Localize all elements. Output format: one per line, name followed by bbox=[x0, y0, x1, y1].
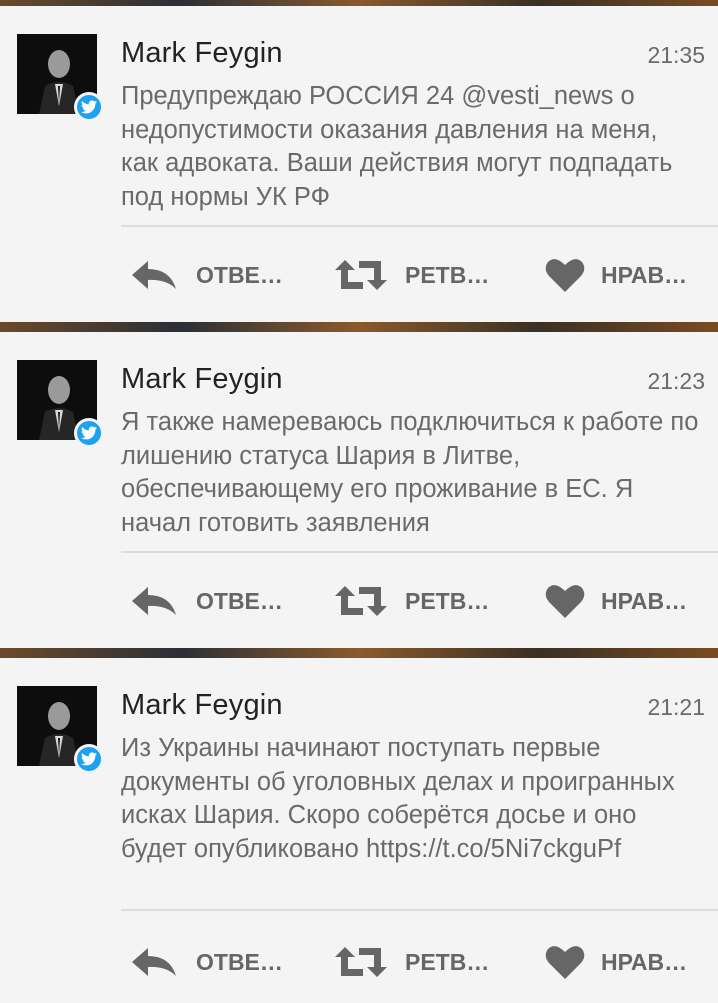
reply-button[interactable]: ОТВЕ… bbox=[130, 581, 283, 621]
heart-icon bbox=[545, 946, 585, 979]
like-label: НРАВ… bbox=[601, 587, 688, 614]
retweet-label: РЕТВ… bbox=[405, 587, 490, 614]
tweet-card-1[interactable]: Mark Feygin 21:35 Предупреждаю РОССИЯ 24… bbox=[0, 6, 718, 322]
retweet-label: РЕТВ… bbox=[405, 261, 490, 288]
divider bbox=[121, 909, 718, 911]
tweet-text: Из Украины начинают поступать первые док… bbox=[121, 734, 675, 863]
retweet-icon bbox=[335, 947, 387, 977]
heart-icon bbox=[545, 585, 585, 618]
reply-icon bbox=[132, 948, 176, 976]
retweet-icon bbox=[335, 586, 387, 616]
reply-button[interactable]: ОТВЕ… bbox=[130, 942, 283, 982]
tweet-text: Я также намереваюсь подключиться к работ… bbox=[121, 408, 699, 537]
like-label: НРАВ… bbox=[601, 261, 688, 288]
retweet-label: РЕТВ… bbox=[405, 948, 490, 975]
tweet-actions: ОТВЕ… РЕТВ… НРАВ… bbox=[0, 942, 718, 982]
tweet-card-3[interactable]: Mark Feygin 21:21 Из Украины начинают по… bbox=[0, 658, 718, 1003]
like-button[interactable]: НРАВ… bbox=[545, 942, 687, 982]
retweet-icon bbox=[335, 260, 387, 290]
like-button[interactable]: НРАВ… bbox=[545, 255, 687, 295]
tweet-time: 21:21 bbox=[647, 694, 705, 720]
tweet-actions: ОТВЕ… РЕТВ… НРАВ… bbox=[0, 581, 718, 621]
twitter-bird-icon bbox=[74, 418, 104, 448]
reply-button[interactable]: ОТВЕ… bbox=[130, 255, 283, 295]
retweet-button[interactable]: РЕТВ… bbox=[333, 255, 489, 295]
like-button[interactable]: НРАВ… bbox=[545, 581, 687, 621]
background-strip-2 bbox=[0, 648, 718, 658]
reply-label: ОТВЕ… bbox=[196, 587, 283, 614]
divider bbox=[121, 551, 718, 553]
reply-label: ОТВЕ… bbox=[196, 261, 283, 288]
like-label: НРАВ… bbox=[601, 948, 688, 975]
tweet-actions: ОТВЕ… РЕТВ… НРАВ… bbox=[0, 255, 718, 295]
reply-icon bbox=[132, 587, 176, 615]
tweet-card-2[interactable]: Mark Feygin 21:23 Я также намереваюсь по… bbox=[0, 332, 718, 648]
author-name[interactable]: Mark Feygin bbox=[121, 37, 283, 70]
retweet-button[interactable]: РЕТВ… bbox=[333, 581, 489, 621]
author-name[interactable]: Mark Feygin bbox=[121, 363, 283, 396]
twitter-bird-icon bbox=[74, 92, 104, 122]
author-name[interactable]: Mark Feygin bbox=[121, 689, 283, 722]
reply-label: ОТВЕ… bbox=[196, 948, 283, 975]
reply-icon bbox=[132, 261, 176, 289]
heart-icon bbox=[545, 259, 585, 292]
twitter-bird-icon bbox=[74, 744, 104, 774]
background-strip-1 bbox=[0, 322, 718, 332]
retweet-button[interactable]: РЕТВ… bbox=[333, 942, 489, 982]
tweet-time: 21:35 bbox=[647, 42, 705, 68]
divider bbox=[121, 225, 718, 227]
tweet-time: 21:23 bbox=[647, 368, 705, 394]
tweet-text: Предупреждаю РОССИЯ 24 @vesti_news о нед… bbox=[121, 82, 673, 211]
